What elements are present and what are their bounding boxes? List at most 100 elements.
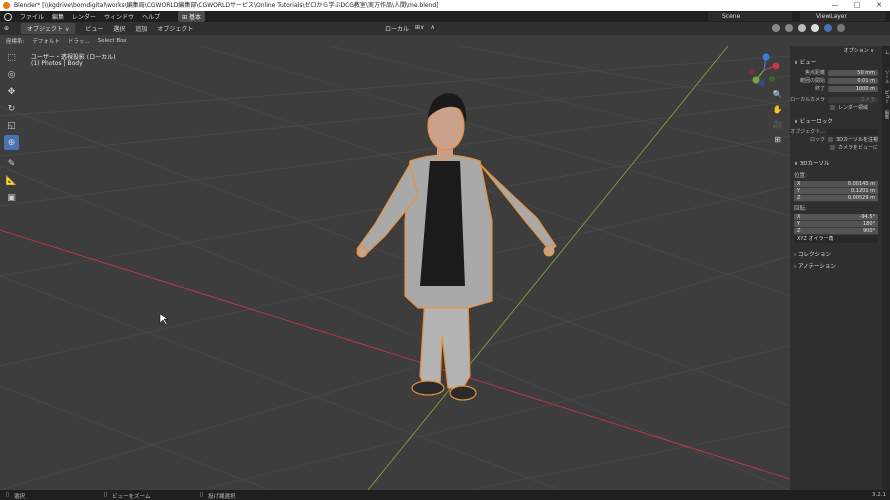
overlay-icon[interactable]	[772, 24, 780, 32]
editor-type-icon[interactable]: ⊕	[0, 24, 13, 33]
transform-tool-icon[interactable]: ⊕	[4, 135, 19, 150]
pan-hand-icon[interactable]: ✋	[772, 105, 783, 116]
cursor-location-fields: X 0.00145 m Y 0.1201 m Z 0.00529 m	[794, 181, 878, 202]
menu-window[interactable]: ウィンドウ	[100, 12, 138, 21]
clip-start-field[interactable]: 0.01 m	[828, 77, 878, 84]
proportional-edit-toggle[interactable]: ∧	[430, 24, 434, 33]
navigation-gizmo[interactable]	[746, 52, 782, 88]
tab-tool[interactable]: ツール	[882, 70, 889, 86]
rotation-mode-dropdown[interactable]: XYZ オイラー角	[794, 236, 878, 243]
drag-select[interactable]: Select Box	[98, 38, 127, 44]
menu-help[interactable]: ヘルプ	[138, 12, 164, 21]
window-controls: — □ ✕	[824, 0, 890, 11]
camera-to-view-label: カメラをビューに	[838, 145, 879, 151]
top-menubar: ファイル 編集 レンダー ウィンドウ ヘルプ ⊞ 基本 Scene ViewLa…	[0, 11, 890, 22]
zoom-icon[interactable]: 🔍	[772, 90, 783, 101]
render-region-row[interactable]: レンダー領域	[830, 104, 882, 111]
menu-object[interactable]: オブジェクト	[153, 23, 197, 34]
navigation-tools: 🔍 ✋ 🎥 ⊞	[772, 90, 784, 150]
tab-view[interactable]: ビュー	[882, 90, 889, 106]
clip-end-field[interactable]: 1000 m	[828, 85, 878, 92]
cursor-location-x[interactable]: X 0.00145 m	[794, 181, 878, 188]
lock-to-cursor-checkbox[interactable]	[828, 137, 833, 142]
xray-icon[interactable]	[785, 24, 793, 32]
camera-to-view-row[interactable]: カメラをビューに	[830, 144, 882, 151]
view-lock-header[interactable]: ∨ ビューロック	[790, 115, 882, 127]
move-tool-icon[interactable]: ✥	[4, 84, 19, 99]
transform-orientation-select[interactable]: ローカル	[385, 24, 409, 33]
menu-add[interactable]: 追加	[131, 23, 151, 34]
clip-start-label: 範囲の開始	[799, 78, 825, 84]
tool-shelf: ⬚ ◎ ✥ ↻ ◱ ⊕ ✎ 📐 ▣	[4, 50, 22, 207]
menu-render[interactable]: レンダー	[68, 12, 100, 21]
lock-object-label: オブジェクト...	[790, 129, 825, 135]
tab-edit[interactable]: 編集	[882, 110, 889, 126]
drag-label: ドラッ...	[67, 38, 90, 45]
cursor-location-y[interactable]: Y 0.1201 m	[794, 188, 878, 195]
3d-cursor-header[interactable]: ∨ 3Dカーソル	[790, 157, 882, 169]
shading-solid-icon[interactable]	[811, 24, 819, 32]
minimize-button[interactable]: —	[824, 0, 846, 11]
tab-item[interactable]: アイテム	[882, 50, 890, 66]
menu-view[interactable]: ビュー	[81, 23, 107, 34]
cursor-location-z[interactable]: Z 0.00529 m	[794, 195, 878, 202]
render-region-checkbox[interactable]	[830, 105, 835, 110]
menu-select[interactable]: 選択	[109, 23, 129, 34]
orientation-select[interactable]: デフォルト	[32, 37, 60, 45]
focal-length-field[interactable]: 50 mm	[828, 69, 878, 76]
cursor-tool-icon[interactable]: ◎	[4, 67, 19, 82]
lock-object-field[interactable]	[828, 128, 878, 135]
local-camera-field[interactable]: カメラ	[828, 96, 878, 103]
rotate-tool-icon[interactable]: ↻	[4, 101, 19, 116]
n-panel-sidebar: オプション ∨ ∨ ビュー 焦点距離 50 mm 範囲の開始 0.01 m 終了…	[790, 46, 882, 490]
workspace-tab-layout[interactable]: ⊞ 基本	[178, 11, 206, 22]
lock-label: ロック	[809, 137, 825, 143]
view-panel-header[interactable]: ∨ ビュー	[790, 56, 882, 68]
status-bar: ▯ 選択 ▯ ビューをズーム ▯ 投げ縄選択 3.2.1	[0, 490, 890, 500]
lock-to-cursor-label: 3Dカーソルを注視	[836, 137, 879, 143]
floor-grid	[0, 46, 790, 490]
annotate-tool-icon[interactable]: ✎	[4, 156, 19, 171]
cursor-rotation-z[interactable]: Z 900°	[794, 228, 878, 235]
scene-selector[interactable]: Scene	[708, 12, 792, 21]
cursor-rotation-fields: X -94.5° Y 180° Z 900°	[794, 214, 878, 235]
blender-window: Blender* [\\kgdrive\bomdigital\works\編集局…	[0, 0, 890, 500]
mode-selector[interactable]: オブジェクト ∨	[21, 23, 76, 34]
shading-material-icon[interactable]	[824, 24, 832, 32]
camera-to-view-checkbox[interactable]	[830, 145, 835, 150]
cursor-rotation-x[interactable]: X -94.5°	[794, 214, 878, 221]
clip-end-label: 終了	[814, 86, 825, 92]
menu-file[interactable]: ファイル	[16, 12, 48, 21]
clip-end-row: 終了 1000 m	[790, 85, 882, 92]
mouse-middle-icon: ▯	[104, 492, 108, 498]
scale-tool-icon[interactable]: ◱	[4, 118, 19, 133]
snap-toggle[interactable]: ⊞∨	[415, 24, 424, 33]
measure-tool-icon[interactable]: 📐	[4, 173, 19, 188]
collection-panel-header[interactable]: › コレクション	[790, 248, 882, 260]
select-box-tool-icon[interactable]: ⬚	[4, 50, 19, 65]
shading-wire-icon[interactable]	[798, 24, 806, 32]
maximize-button[interactable]: □	[846, 0, 868, 11]
mouse-right-icon: ▯	[200, 492, 204, 498]
view-layer-selector[interactable]: ViewLayer	[800, 12, 886, 21]
close-button[interactable]: ✕	[868, 0, 890, 11]
focal-length-row: 焦点距離 50 mm	[790, 69, 882, 76]
annotation-panel-header[interactable]: › アノテーション	[790, 260, 882, 272]
scene-name: Scene	[722, 13, 741, 20]
transform-controls: ローカル ⊞∨ ∧	[385, 24, 435, 33]
cursor-rotation-y[interactable]: Y 180°	[794, 221, 878, 228]
tool-settings-bar: 座標系: デフォルト ドラッ... Select Box	[0, 35, 890, 46]
blender-logo-icon[interactable]	[4, 12, 12, 21]
human-model[interactable]	[356, 93, 557, 401]
menu-edit[interactable]: 編集	[48, 12, 68, 21]
shading-render-icon[interactable]	[837, 24, 845, 32]
lock-row: ロック 3Dカーソルを注視	[790, 136, 882, 143]
camera-view-icon[interactable]: 🎥	[772, 120, 783, 131]
mouse-pointer-icon	[159, 313, 169, 326]
add-cube-tool-icon[interactable]: ▣	[4, 190, 19, 205]
x-axis-line	[0, 229, 790, 480]
object-info-label: (1) Photos | Body	[31, 60, 83, 67]
ortho-grid-icon[interactable]: ⊞	[772, 135, 783, 146]
options-button[interactable]: オプション ∨	[844, 47, 874, 54]
3d-viewport[interactable]: ユーザー・透視投影 (ローカル) (1) Photos | Body	[0, 46, 790, 490]
